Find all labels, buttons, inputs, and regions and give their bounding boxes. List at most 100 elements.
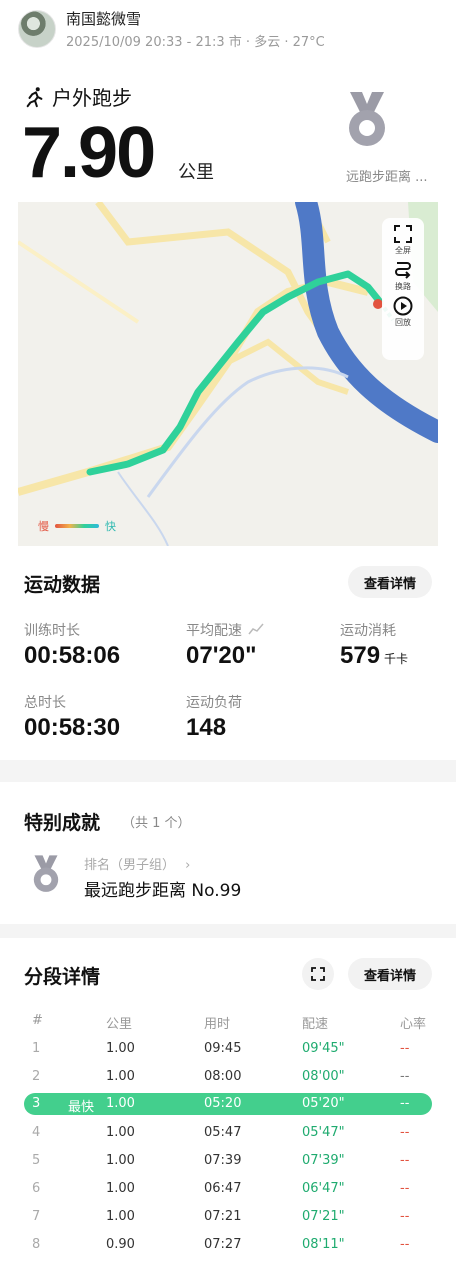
splits-expand-button[interactable] xyxy=(302,958,334,990)
distance-unit: 公里 xyxy=(178,162,214,183)
split-hr: -- xyxy=(400,1237,410,1252)
sport-type: 户外跑步 xyxy=(24,82,132,111)
medal-caption: 远跑步距离 ... xyxy=(346,170,428,185)
split-km: 0.90 xyxy=(106,1237,135,1252)
splits-detail-button[interactable]: 查看详情 xyxy=(348,958,432,990)
achievement-main: 最远跑步距离 No.99 xyxy=(84,881,242,901)
split-pace: 05'47" xyxy=(302,1125,345,1140)
stat-value: 00:58:30 xyxy=(24,714,121,741)
stat-label: 运动负荷 xyxy=(186,695,242,711)
split-row: 8 0.90 07:27 08'11" -- xyxy=(24,1234,432,1256)
split-hr: -- xyxy=(400,1209,410,1224)
split-time: 07:27 xyxy=(204,1237,242,1252)
split-km: 1.00 xyxy=(106,1096,135,1111)
split-index: 2 xyxy=(32,1069,41,1084)
legend-slow: 慢 xyxy=(38,520,49,533)
sport-data-detail-button[interactable]: 查看详情 xyxy=(348,566,432,598)
split-time: 07:39 xyxy=(204,1153,242,1168)
split-km: 1.00 xyxy=(106,1153,135,1168)
achievement-rank-link[interactable]: 排名（男子组） › xyxy=(84,854,190,873)
pace-legend: 慢 快 xyxy=(38,518,116,534)
fullscreen-label: 全屏 xyxy=(395,246,411,255)
col-index: # xyxy=(32,1013,43,1028)
user-name: 南国懿微雪 xyxy=(66,10,142,28)
medal-icon[interactable] xyxy=(344,90,390,152)
split-hr: -- xyxy=(400,1125,410,1140)
workout-summary-card: 南国懿微雪 2025/10/09 20:33 - 21:3 市 · 多云 · 2… xyxy=(0,0,456,760)
col-hr: 心率 xyxy=(400,1017,427,1032)
stat-value: 00:58:06 xyxy=(24,642,121,669)
map-toolbar: 全屏 换路 回放 xyxy=(382,218,424,360)
legend-fast: 快 xyxy=(105,520,116,533)
split-row: 2 1.00 08:00 08'00" -- xyxy=(24,1066,432,1088)
split-time: 05:47 xyxy=(204,1125,242,1140)
stat-label: 总时长 xyxy=(24,695,66,711)
split-row: 6 1.00 06:47 06'47" -- xyxy=(24,1178,432,1200)
split-km: 1.00 xyxy=(106,1209,135,1224)
split-hr: -- xyxy=(400,1153,410,1168)
col-time: 用时 xyxy=(204,1017,231,1032)
distance-value: 7.90 xyxy=(22,113,156,193)
split-index: 7 xyxy=(32,1209,41,1224)
fullscreen-icon xyxy=(394,225,412,243)
replay-label: 回放 xyxy=(395,318,411,327)
split-row: 1 1.00 09:45 09'45" -- xyxy=(24,1038,432,1060)
split-hr: -- xyxy=(400,1069,410,1084)
expand-icon xyxy=(311,967,325,981)
split-row-fastest: 3 最快 1.00 05:20 05'20" -- xyxy=(24,1093,432,1115)
split-pace: 07'21" xyxy=(302,1209,345,1224)
chevron-right-icon: › xyxy=(185,858,191,873)
split-time: 06:47 xyxy=(204,1181,242,1196)
medal-icon xyxy=(33,855,59,892)
stat-value: 579 千卡 xyxy=(340,642,408,670)
running-person-icon xyxy=(26,86,43,107)
split-hr: -- xyxy=(400,1096,410,1111)
route-map[interactable]: 全屏 换路 回放 慢 快 xyxy=(18,202,438,546)
achievement-sub: 排名（男子组） xyxy=(84,858,176,873)
achievement-title: 特别成就 xyxy=(24,812,101,834)
split-hr: -- xyxy=(400,1181,410,1196)
route-switch-label: 换路 xyxy=(395,282,411,291)
fastest-badge: 最快 xyxy=(68,1100,95,1115)
trend-chart-icon[interactable] xyxy=(248,623,265,635)
split-row: 5 1.00 07:39 07'39" -- xyxy=(24,1150,432,1172)
split-time: 08:00 xyxy=(204,1069,242,1084)
replay-button[interactable]: 回放 xyxy=(393,296,413,328)
split-time: 07:21 xyxy=(204,1209,242,1224)
avatar[interactable] xyxy=(18,10,56,48)
split-index: 3 xyxy=(32,1096,41,1111)
route-switch-icon xyxy=(395,262,411,279)
stat-value: 07'20" xyxy=(186,642,257,669)
col-pace: 配速 xyxy=(302,1017,329,1032)
sport-label: 户外跑步 xyxy=(52,86,132,110)
stat-label: 训练时长 xyxy=(24,623,80,639)
splits-header: # 公里 用时 配速 心率 xyxy=(24,1010,432,1032)
splits-title: 分段详情 xyxy=(24,966,101,988)
play-circle-icon xyxy=(393,296,413,316)
split-index: 8 xyxy=(32,1237,41,1252)
split-pace: 08'00" xyxy=(302,1069,345,1084)
split-pace: 09'45" xyxy=(302,1041,345,1056)
fullscreen-button[interactable]: 全屏 xyxy=(393,224,413,256)
split-time: 05:20 xyxy=(204,1096,242,1111)
stat-label-text: 平均配速 xyxy=(186,623,242,639)
stat-value-number: 579 xyxy=(340,642,381,669)
split-hr: -- xyxy=(400,1041,410,1056)
workout-meta: 2025/10/09 20:33 - 21:3 市 · 多云 · 27°C xyxy=(66,35,325,50)
stat-label: 平均配速 xyxy=(186,620,265,640)
split-index: 4 xyxy=(32,1125,41,1140)
split-row: 7 1.00 07:21 07'21" -- xyxy=(24,1206,432,1228)
split-km: 1.00 xyxy=(106,1125,135,1140)
split-pace: 06'47" xyxy=(302,1181,345,1196)
user-header xyxy=(18,10,56,48)
col-km: 公里 xyxy=(106,1017,133,1032)
achievement-card: 特别成就 （共 1 个） 排名（男子组） › 最远跑步距离 No.99 xyxy=(0,782,456,924)
route-switch-button[interactable]: 换路 xyxy=(393,260,413,292)
split-pace: 05'20" xyxy=(302,1096,345,1111)
split-time: 09:45 xyxy=(204,1041,242,1056)
stat-value: 148 xyxy=(186,714,227,741)
split-index: 6 xyxy=(32,1181,41,1196)
split-row: 4 1.00 05:47 05'47" -- xyxy=(24,1122,432,1144)
split-km: 1.00 xyxy=(106,1181,135,1196)
stat-label: 运动消耗 xyxy=(340,623,396,639)
